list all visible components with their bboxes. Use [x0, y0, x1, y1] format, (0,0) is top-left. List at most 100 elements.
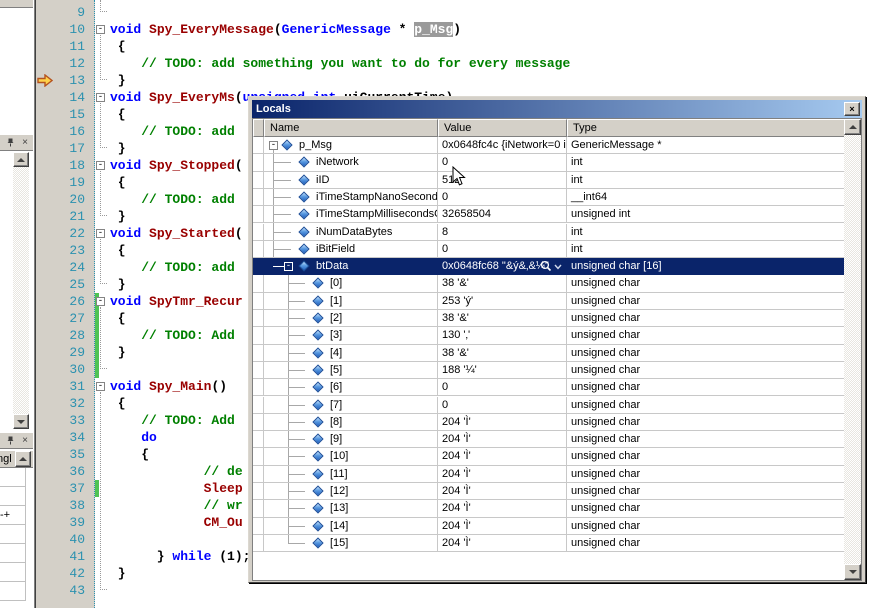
type-cell[interactable]: unsigned char [16]: [567, 258, 847, 275]
locals-row[interactable]: [15]204 'Ì'unsigned char: [253, 535, 847, 552]
value-cell[interactable]: 204 'Ì': [438, 483, 567, 500]
name-cell[interactable]: [14]: [264, 518, 438, 535]
name-cell[interactable]: [4]: [264, 345, 438, 362]
code-line[interactable]: 12 // TODO: add something you want to do…: [36, 55, 891, 72]
name-cell[interactable]: [0]: [264, 275, 438, 292]
locals-window[interactable]: Locals × Name Value Type -p_Msg0x0648fc4…: [248, 96, 866, 583]
locals-row[interactable]: -btData0x0648fc68 "&ý&‚&¼"unsigned char …: [253, 258, 847, 275]
type-cell[interactable]: unsigned char: [567, 483, 847, 500]
pin-icon[interactable]: [4, 435, 16, 447]
name-cell[interactable]: [12]: [264, 483, 438, 500]
type-cell[interactable]: unsigned char: [567, 345, 847, 362]
locals-row[interactable]: -p_Msg0x0648fc4c {iNetwork=0 iID=5Generi…: [253, 137, 847, 154]
type-cell[interactable]: unsigned char: [567, 448, 847, 465]
close-button[interactable]: ×: [844, 102, 860, 116]
name-cell[interactable]: iBitField: [264, 241, 438, 258]
grid-row[interactable]: -+: [0, 506, 26, 525]
scroll-up-button[interactable]: [15, 451, 31, 467]
type-cell[interactable]: unsigned char: [567, 414, 847, 431]
locals-row[interactable]: [6]0unsigned char: [253, 379, 847, 396]
value-cell[interactable]: 204 'Ì': [438, 414, 567, 431]
name-cell[interactable]: [8]: [264, 414, 438, 431]
scrollbar-track[interactable]: [13, 152, 29, 429]
type-cell[interactable]: unsigned char: [567, 327, 847, 344]
locals-row[interactable]: iTimeStampMillisecondsOS32658504unsigned…: [253, 206, 847, 223]
locals-scrollbar[interactable]: [844, 119, 861, 580]
grid-column-header[interactable]: ngl: [0, 451, 33, 468]
visualizer-magnifier-icon[interactable]: [539, 260, 563, 275]
column-header-type[interactable]: Type: [567, 119, 847, 137]
grid-row[interactable]: [0, 468, 26, 487]
name-cell[interactable]: [13]: [264, 500, 438, 517]
type-cell[interactable]: unsigned char: [567, 275, 847, 292]
close-icon[interactable]: ×: [19, 435, 31, 447]
tree-expand-box[interactable]: -: [269, 141, 278, 150]
name-cell[interactable]: iTimeStampNanoSecondsHW: [264, 189, 438, 206]
locals-row[interactable]: [10]204 'Ì'unsigned char: [253, 448, 847, 465]
scroll-down-button[interactable]: [844, 564, 861, 580]
outline-collapse-box[interactable]: -: [96, 93, 105, 102]
locals-row[interactable]: [4]38 '&'unsigned char: [253, 345, 847, 362]
locals-row[interactable]: iNumDataBytes8int: [253, 224, 847, 241]
value-cell[interactable]: 204 'Ì': [438, 518, 567, 535]
type-cell[interactable]: unsigned char: [567, 379, 847, 396]
close-icon[interactable]: ×: [19, 137, 31, 149]
value-cell[interactable]: 188 '¼': [438, 362, 567, 379]
scroll-down-button[interactable]: [13, 414, 29, 429]
locals-row[interactable]: [12]204 'Ì'unsigned char: [253, 483, 847, 500]
name-cell[interactable]: [2]: [264, 310, 438, 327]
code-line[interactable]: 10-void Spy_EveryMessage(GenericMessage …: [36, 21, 891, 38]
value-cell[interactable]: 253 'ý': [438, 293, 567, 310]
value-cell[interactable]: 0: [438, 397, 567, 414]
locals-row[interactable]: [9]204 'Ì'unsigned char: [253, 431, 847, 448]
column-header-gutter[interactable]: [253, 119, 264, 137]
toolwindow-b-titlebar[interactable]: ×: [0, 134, 33, 151]
value-cell[interactable]: 32658504: [438, 206, 567, 223]
type-cell[interactable]: unsigned char: [567, 535, 847, 552]
type-cell[interactable]: unsigned char: [567, 431, 847, 448]
type-cell[interactable]: unsigned int: [567, 206, 847, 223]
locals-row[interactable]: [1]253 'ý'unsigned char: [253, 293, 847, 310]
locals-row[interactable]: iBitField0int: [253, 241, 847, 258]
type-cell[interactable]: unsigned char: [567, 466, 847, 483]
name-cell[interactable]: -p_Msg: [264, 137, 438, 154]
type-cell[interactable]: int: [567, 172, 847, 189]
locals-row[interactable]: [7]0unsigned char: [253, 397, 847, 414]
locals-row[interactable]: [3]130 '‚'unsigned char: [253, 327, 847, 344]
locals-row[interactable]: [2]38 '&'unsigned char: [253, 310, 847, 327]
type-cell[interactable]: int: [567, 154, 847, 171]
name-cell[interactable]: [9]: [264, 431, 438, 448]
locals-row[interactable]: [5]188 '¼'unsigned char: [253, 362, 847, 379]
name-cell[interactable]: iNumDataBytes: [264, 224, 438, 241]
grid-row[interactable]: [0, 544, 26, 563]
pin-icon[interactable]: [4, 137, 16, 149]
outline-collapse-box[interactable]: -: [96, 161, 105, 170]
name-cell[interactable]: [6]: [264, 379, 438, 396]
locals-row[interactable]: [8]204 'Ì'unsigned char: [253, 414, 847, 431]
toolwindow-c-titlebar[interactable]: ×: [0, 432, 33, 449]
locals-row[interactable]: [0]38 '&'unsigned char: [253, 275, 847, 292]
scrollbar-track[interactable]: [844, 119, 861, 580]
scroll-up-button[interactable]: [13, 152, 29, 167]
code-line[interactable]: 11 {: [36, 38, 891, 55]
value-cell[interactable]: 8: [438, 224, 567, 241]
left-panel-scrollbar[interactable]: [13, 152, 29, 429]
tree-expand-box[interactable]: -: [284, 262, 293, 271]
value-cell[interactable]: 130 '‚': [438, 327, 567, 344]
value-cell[interactable]: 0: [438, 379, 567, 396]
outline-collapse-box[interactable]: -: [96, 229, 105, 238]
type-cell[interactable]: int: [567, 224, 847, 241]
name-cell[interactable]: [15]: [264, 535, 438, 552]
value-cell[interactable]: 0x0648fc68 "&ý&‚&¼": [438, 258, 567, 275]
name-cell[interactable]: [1]: [264, 293, 438, 310]
locals-titlebar[interactable]: Locals ×: [252, 100, 862, 118]
name-cell[interactable]: iID: [264, 172, 438, 189]
outline-collapse-box[interactable]: -: [96, 297, 105, 306]
type-cell[interactable]: unsigned char: [567, 500, 847, 517]
name-cell[interactable]: iTimeStampMillisecondsOS: [264, 206, 438, 223]
value-cell[interactable]: 204 'Ì': [438, 500, 567, 517]
value-cell[interactable]: 204 'Ì': [438, 535, 567, 552]
type-cell[interactable]: unsigned char: [567, 310, 847, 327]
grid-row[interactable]: [0, 563, 26, 582]
type-cell[interactable]: unsigned char: [567, 397, 847, 414]
